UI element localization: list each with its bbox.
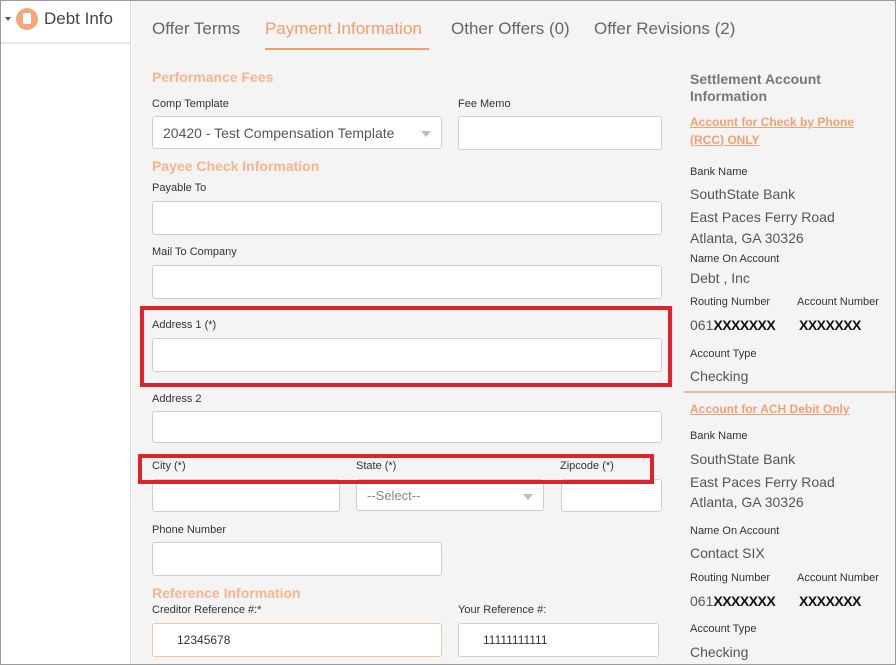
fee-memo-input[interactable] — [458, 116, 662, 150]
rcc-account-link[interactable]: Account for Check by Phone (RCC) ONLY — [690, 113, 880, 149]
your-reference-label: Your Reference #: — [458, 604, 547, 616]
mail-to-company-label: Mail To Company — [152, 246, 237, 258]
rcc-name-on-account: Debt , Inc — [690, 270, 750, 286]
payable-to-input[interactable] — [152, 201, 662, 235]
state-select[interactable]: --Select-- — [356, 479, 544, 511]
tab-offer-terms[interactable]: Offer Terms — [152, 19, 240, 39]
rcc-name-on-account-label: Name On Account — [690, 253, 780, 265]
ach-name-on-account-label: Name On Account — [690, 525, 780, 537]
address2-label: Address 2 — [152, 393, 202, 405]
creditor-reference-label: Creditor Reference #:* — [152, 604, 262, 616]
window-frame: Debt Info Offer Terms Payment Informatio… — [0, 0, 896, 665]
ach-bank-name-label: Bank Name — [690, 430, 748, 442]
document-icon — [16, 8, 38, 30]
comp-template-label: Comp Template — [152, 98, 229, 110]
comp-template-select[interactable]: 20420 - Test Compensation Template — [152, 116, 442, 149]
chevron-down-icon — [421, 131, 431, 137]
address1-input[interactable] — [152, 338, 662, 372]
main-panel: Offer Terms Payment Information Other Of… — [132, 1, 895, 664]
ach-routing-masked: XXXXXXX — [713, 593, 776, 609]
rcc-account-number-label: Account Number — [797, 296, 879, 308]
debt-info-label: Debt Info — [44, 9, 113, 28]
settlement-divider — [684, 391, 895, 393]
rcc-account-type-label: Account Type — [690, 348, 757, 360]
fee-memo-label: Fee Memo — [458, 98, 511, 110]
left-panel: Debt Info — [1, 1, 131, 664]
tab-other-offers[interactable]: Other Offers (0) — [451, 19, 570, 39]
performance-fees-title: Performance Fees — [152, 69, 274, 85]
ach-account-number-masked: XXXXXXX — [799, 593, 861, 609]
tab-offer-revisions[interactable]: Offer Revisions (2) — [594, 19, 735, 39]
creditor-reference-input[interactable] — [152, 623, 442, 657]
payee-check-title: Payee Check Information — [152, 158, 320, 174]
reference-info-title: Reference Information — [152, 585, 301, 601]
tab-payment-information[interactable]: Payment Information — [265, 19, 422, 39]
ach-name-on-account: Contact SIX — [690, 545, 765, 561]
your-reference-input[interactable] — [458, 623, 659, 657]
rcc-routing-number: 061XXXXXXX — [690, 317, 776, 333]
ach-address-line1: East Paces Ferry Road — [690, 474, 835, 490]
ach-routing-number: 061XXXXXXX — [690, 593, 776, 609]
address1-label: Address 1 (*) — [152, 319, 217, 331]
state-value: --Select-- — [367, 487, 421, 503]
city-label: City (*) — [152, 460, 186, 472]
debt-info-item[interactable]: Debt Info — [5, 5, 113, 33]
caret-down-icon — [5, 17, 11, 21]
rcc-address-line2: Atlanta, GA 30326 — [690, 230, 804, 246]
phone-number-label: Phone Number — [152, 524, 226, 536]
active-tab-indicator — [265, 48, 429, 50]
rcc-address-line1: East Paces Ferry Road — [690, 209, 835, 225]
rcc-bank-name-label: Bank Name — [690, 166, 748, 178]
rcc-account-number-masked: XXXXXXX — [799, 317, 861, 333]
ach-account-type: Checking — [690, 644, 749, 660]
rcc-account-type: Checking — [690, 368, 749, 384]
ach-routing-label: Routing Number — [690, 572, 771, 584]
tab-bar: Offer Terms Payment Information Other Of… — [132, 1, 895, 53]
ach-account-number-label: Account Number — [797, 572, 879, 584]
ach-account-link[interactable]: Account for ACH Debit Only — [690, 400, 890, 418]
rcc-routing-prefix: 061 — [690, 317, 714, 333]
zipcode-label: Zipcode (*) — [560, 460, 614, 472]
settlement-account-heading: Settlement Account Information — [690, 71, 821, 104]
city-input[interactable] — [152, 479, 340, 512]
comp-template-value: 20420 - Test Compensation Template — [163, 124, 395, 141]
ach-account-type-label: Account Type — [690, 623, 757, 635]
state-label: State (*) — [356, 460, 397, 472]
ach-routing-prefix: 061 — [690, 593, 714, 609]
payable-to-label: Payable To — [152, 182, 207, 194]
zipcode-input[interactable] — [561, 479, 662, 512]
phone-number-input[interactable] — [152, 542, 442, 576]
ach-address-line2: Atlanta, GA 30326 — [690, 494, 804, 510]
chevron-down-icon — [523, 494, 533, 500]
mail-to-company-input[interactable] — [152, 265, 662, 299]
left-panel-divider — [1, 42, 131, 44]
rcc-bank-name: SouthState Bank — [690, 186, 796, 202]
address2-input[interactable] — [152, 411, 662, 443]
rcc-routing-masked: XXXXXXX — [713, 317, 776, 333]
ach-bank-name: SouthState Bank — [690, 451, 796, 467]
rcc-routing-label: Routing Number — [690, 296, 771, 308]
